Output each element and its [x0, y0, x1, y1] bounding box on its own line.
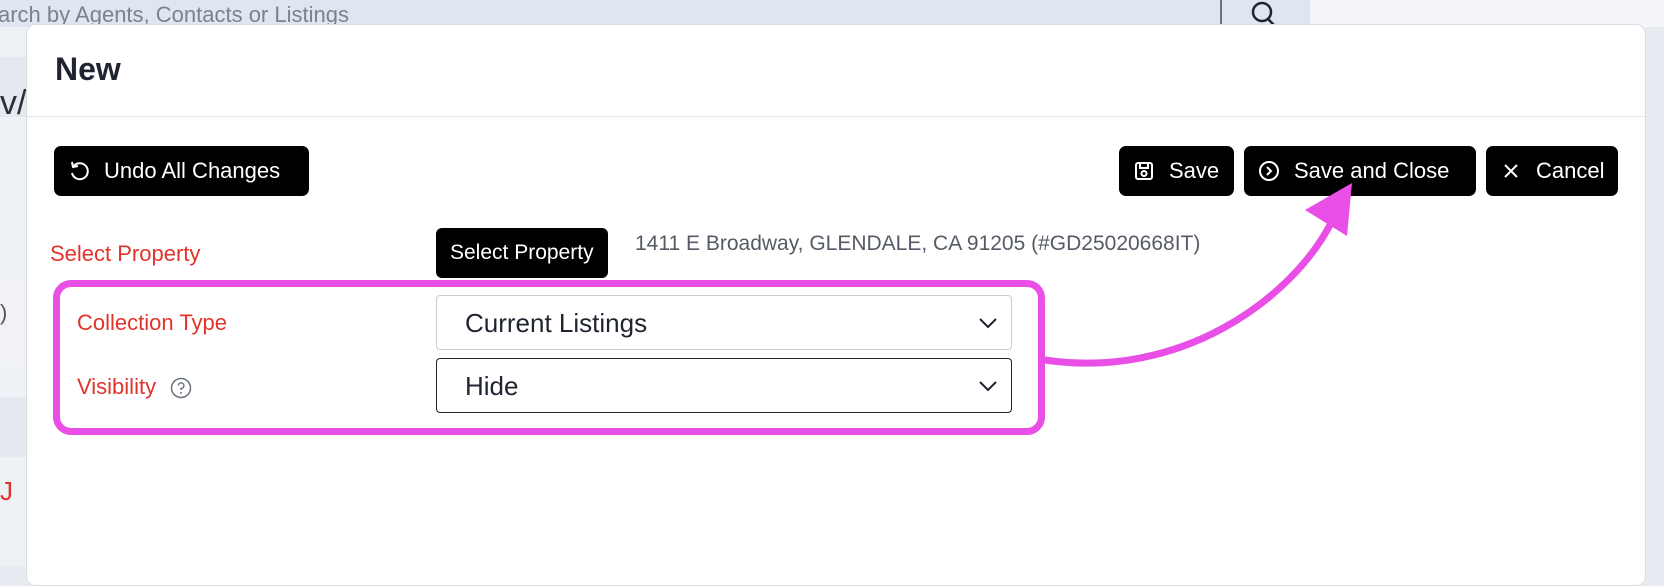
dialog-header: New: [27, 25, 1645, 117]
visibility-label-group: Visibility: [77, 374, 192, 400]
search-divider: [1220, 0, 1222, 27]
dialog-title: New: [55, 51, 121, 87]
save-icon: [1133, 160, 1155, 182]
background-heading-fragment: v/: [0, 84, 27, 122]
arrow-right-circle-icon: [1258, 160, 1280, 182]
chevron-down-icon: [977, 312, 999, 334]
collection-type-select[interactable]: Current Listings: [436, 295, 1012, 350]
background-row: [0, 397, 27, 457]
visibility-label: Visibility: [77, 374, 157, 399]
help-icon[interactable]: [170, 377, 192, 399]
background-text-fragment: ): [0, 300, 8, 325]
chevron-down-icon: [977, 375, 999, 397]
app-topbar: arch by Agents, Contacts or Listings: [0, 0, 1310, 27]
cancel-button[interactable]: Cancel: [1486, 146, 1618, 196]
undo-all-changes-button[interactable]: Undo All Changes: [54, 146, 309, 196]
save-label: Save: [1169, 158, 1220, 183]
select-property-button[interactable]: Select Property: [436, 228, 608, 278]
undo-all-changes-label: Undo All Changes: [104, 158, 281, 183]
selected-property-address: 1411 E Broadway, GLENDALE, CA 91205 (#GD…: [635, 232, 1201, 255]
save-and-close-label: Save and Close: [1294, 158, 1450, 183]
background-text-fragment: J: [0, 476, 13, 506]
visibility-value: Hide: [465, 371, 519, 401]
close-icon: [1500, 160, 1522, 182]
app-topbar-right: [1310, 0, 1664, 27]
collection-type-value: Current Listings: [465, 308, 648, 338]
search-icon[interactable]: [1248, 0, 1278, 27]
collection-type-label: Collection Type: [77, 310, 228, 335]
undo-icon: [68, 160, 90, 182]
cancel-label: Cancel: [1536, 158, 1605, 183]
select-property-label: Select Property: [50, 241, 201, 266]
save-and-close-button[interactable]: Save and Close: [1244, 146, 1476, 196]
save-button[interactable]: Save: [1119, 146, 1234, 196]
visibility-select[interactable]: Hide: [436, 358, 1012, 413]
